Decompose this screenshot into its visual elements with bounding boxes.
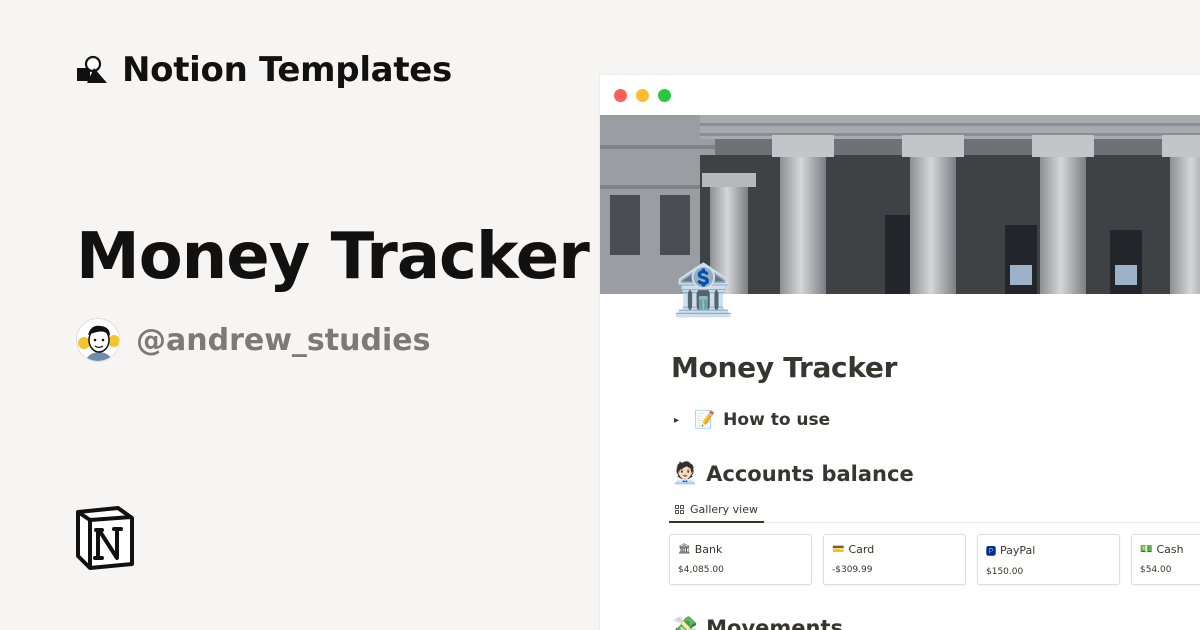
bank-icon: 🏛 <box>678 544 691 555</box>
card-balance: $4,085.00 <box>678 565 724 575</box>
paypal-icon: 🅿 <box>986 547 996 558</box>
card-name: Cash <box>1156 543 1184 556</box>
card-name: Card <box>848 543 875 556</box>
maximize-window-button[interactable] <box>658 89 671 102</box>
office-worker-icon: 🧑🏻‍💼 <box>672 461 699 485</box>
notion-n-logo-icon <box>76 506 134 570</box>
avatar <box>76 318 120 362</box>
hero-title: Money Tracker <box>76 220 590 294</box>
brand-name: Notion Templates <box>122 50 452 90</box>
account-card-cash[interactable]: 💵 Cash $54.00 <box>1131 534 1200 585</box>
accounts-balance-heading: 🧑🏻‍💼 Accounts balance <box>672 461 914 486</box>
credit-card-icon: 💳 <box>832 544 845 555</box>
gallery-grid-icon <box>675 505 684 514</box>
card-balance: -$309.99 <box>832 565 873 575</box>
movements-heading-text: Movements <box>706 615 844 630</box>
page-title[interactable]: Money Tracker <box>671 351 897 384</box>
money-with-wings-icon: 💸 <box>672 615 699 630</box>
card-balance: $54.00 <box>1140 565 1172 575</box>
account-card-card[interactable]: 💳 Card -$309.99 <box>823 534 966 585</box>
window-titlebar <box>600 75 1200 115</box>
account-card-paypal[interactable]: 🅿 PayPal $150.00 <box>977 534 1120 585</box>
account-card-bank[interactable]: 🏛 Bank $4,085.00 <box>669 534 812 585</box>
card-name: PayPal <box>1000 544 1036 557</box>
tab-label: Gallery view <box>690 503 759 516</box>
tab-gallery-view[interactable]: Gallery view <box>669 498 765 523</box>
page-icon-bank[interactable]: 🏦 <box>672 265 734 315</box>
card-name: Bank <box>694 543 723 556</box>
notion-templates-shapes-icon <box>77 55 107 83</box>
card-balance: $150.00 <box>986 567 1024 577</box>
avatar-illustration-icon <box>77 319 119 361</box>
accounts-heading-text: Accounts balance <box>706 461 914 486</box>
toggle-how-to-use[interactable]: ▸ 📝 How to use <box>674 410 830 430</box>
view-tabs: Gallery view <box>669 498 1200 523</box>
cash-icon: 💵 <box>1140 544 1153 555</box>
notion-window: 🏦 Money Tracker ▸ 📝 How to use 🧑🏻‍💼 Acco… <box>600 75 1200 630</box>
memo-icon: 📝 <box>694 410 716 430</box>
brand: Notion Templates <box>76 50 452 90</box>
toggle-arrow-icon[interactable]: ▸ <box>674 415 686 426</box>
gallery-cards: 🏛 Bank $4,085.00 💳 Card -$309.99 🅿 PayPa… <box>669 534 1200 585</box>
author-handle[interactable]: @andrew_studies <box>136 323 430 358</box>
movements-heading: 💸 Movements <box>672 615 843 630</box>
minimize-window-button[interactable] <box>636 89 649 102</box>
author[interactable]: @andrew_studies <box>76 318 430 362</box>
toggle-label: How to use <box>723 410 831 430</box>
close-window-button[interactable] <box>614 89 627 102</box>
